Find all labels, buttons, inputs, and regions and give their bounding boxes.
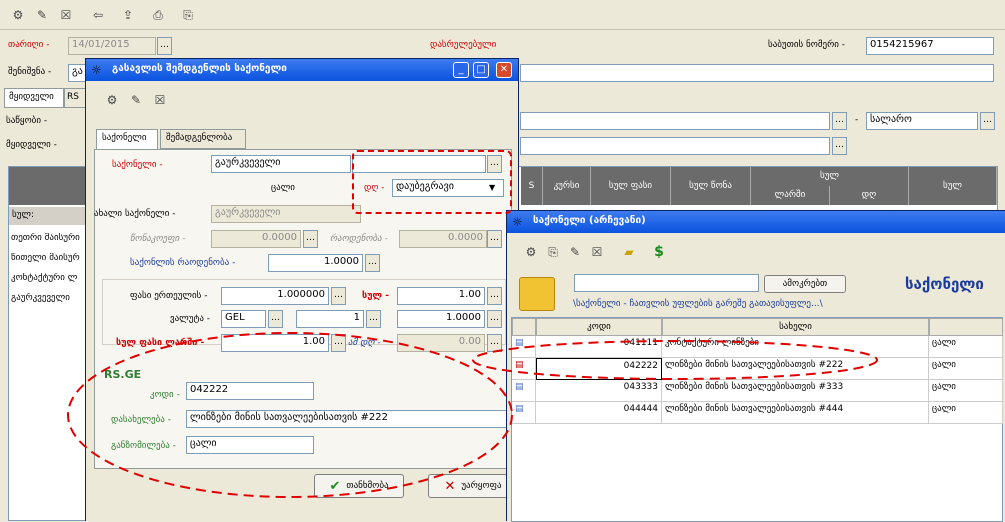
currency-button[interactable]: … [980,112,995,130]
picker-folder-icon[interactable]: ▰ [619,243,639,261]
dialog-tab-goods[interactable]: საქონელი [96,129,158,149]
grid-header-total[interactable]: სულ [909,167,997,205]
price-label: ფასი ერთეულის - [130,291,208,301]
weight-field[interactable]: 0.0000 [211,230,301,248]
picker-search-button[interactable]: ამოკრებთ [764,275,846,293]
picker-copy-icon[interactable]: ⎘ [543,243,563,261]
qty-label: საქონლის რაოდენობა - [130,258,236,268]
sum-field[interactable]: 1.00 [397,287,485,305]
export-icon[interactable]: ⇪ [118,6,138,24]
new-goods-label: ახალი საქონელი - [94,209,176,219]
grid-header-sum[interactable]: სულ [751,167,909,186]
docnum-field[interactable]: 0154215967 [866,37,994,55]
warehouse-button[interactable]: … [832,112,847,130]
picker-app-icon: ☼ [512,215,523,229]
close-icon[interactable]: ☒ [56,6,76,24]
list-item[interactable]: გაურკვეველი [11,293,87,303]
dialog-new-icon[interactable]: ⚙ [102,91,122,109]
price-button[interactable]: … [331,287,346,305]
buyer-field[interactable] [520,137,830,155]
grid-header-gel[interactable]: ლარში [751,186,830,205]
picker-header-name[interactable]: სახელი [662,318,929,336]
main-toolbar: ⚙ ✎ ☒ ⇦ ⇪ ⎙ ⎘ [0,0,1005,30]
close-icon[interactable]: ✕ [496,62,512,78]
dialog-app-icon: ☼ [91,63,102,77]
table-row[interactable]: ▤ 044444 ლინზები მინის სათვალეებისათვის … [512,402,1003,424]
maximize-icon[interactable]: □ [473,62,489,78]
picker-heading: საქონელი [905,275,984,293]
grid-header-vat[interactable]: დღ [830,186,909,205]
row-code: 044444 [536,402,662,424]
unit-text: ცალი [271,183,295,193]
row-unit: ცალი [929,358,1003,380]
qty2-button[interactable]: … [487,230,502,248]
minimize-icon[interactable]: _ [453,62,469,78]
open-icon[interactable]: ✎ [32,6,52,24]
picker-dollar-icon[interactable]: $ [649,243,669,261]
goods-label: საქონელი - [112,160,163,170]
docnum-label: საბუთის ნომერი - [768,40,846,50]
print-icon[interactable]: ⎙ [148,6,168,24]
picker-close-icon[interactable]: ☒ [587,243,607,261]
note-label: შენიშვნა - [8,67,52,77]
highlight-vat-box [352,150,512,214]
weight-label: წონაკოეფი - [130,234,186,244]
qty2-field[interactable]: 0.0000 [399,230,487,248]
print2-icon[interactable]: ⎘ [178,6,198,24]
highlight-row-ellipse [472,340,878,380]
grid-header-left [9,167,89,205]
buyer-button[interactable]: … [832,137,847,155]
sum-row: სულ: [9,207,89,225]
dialog-edit-icon[interactable]: ✎ [126,91,146,109]
grid-header-rate[interactable]: კურსი [543,167,591,205]
picker-search-input[interactable] [574,274,759,292]
list-item[interactable]: წითელი მაისურ [11,253,87,263]
currency-select[interactable]: სალარო [866,112,978,130]
grid-header-total-price[interactable]: სულ ფასი [591,167,671,205]
back-icon[interactable]: ⇦ [88,6,108,24]
picker-header-code[interactable]: კოდი [536,318,662,336]
dialog-tab-composition[interactable]: შემადგენლობა [160,129,246,149]
date-picker-button[interactable]: … [157,37,172,55]
highlight-rsge-ellipse [67,332,513,498]
picker-edit-icon[interactable]: ✎ [565,243,585,261]
dialog-close-icon[interactable]: ☒ [150,91,170,109]
grid-header-total-weight[interactable]: სულ წონა [671,167,751,205]
picker-path: \საქონელი - ჩათვლის უფლების გარეშე გათავ… [573,299,823,309]
row-unit: ცალი [929,336,1003,358]
date-field[interactable]: 14/01/2015 [68,37,156,55]
list-item[interactable]: თეთრი მაისური [11,233,87,243]
picker-header-unit [929,318,1003,336]
grid-header-s[interactable]: S [521,167,543,205]
note-field-right[interactable] [520,64,994,82]
status-text: დასრულებული [430,40,497,50]
new-icon[interactable]: ⚙ [8,6,28,24]
qty-field[interactable]: 1.0000 [268,254,363,272]
weight-button[interactable]: … [303,230,318,248]
qty2-label: რაოდენობა - [330,234,388,244]
sum-button[interactable]: … [487,287,502,305]
new-goods-field[interactable]: გაურკვეველი [211,205,361,223]
picker-title: საქონელი (არჩევანი) [507,211,1005,233]
warehouse-field[interactable] [520,112,830,130]
row-unit: ცალი [929,402,1003,424]
qty-button[interactable]: … [365,254,380,272]
row-unit: ცალი [929,380,1003,402]
picker-new-icon[interactable]: ⚙ [521,243,541,261]
dash-sep: - [855,115,859,125]
buyer-label: მყიდველი - [6,140,57,150]
sum-label: სულ - [362,291,389,301]
folder-icon[interactable] [519,277,555,311]
goods-field[interactable]: გაურკვეველი [211,155,351,173]
price-field[interactable]: 1.000000 [221,287,329,305]
main-tab-buyer[interactable]: მყიდველი [4,88,64,108]
list-item[interactable]: კონტაქტური ლ [11,273,87,283]
row-name: ლინზები მინის სათვალეებისათვის #444 [662,402,929,424]
currency-label: ვალუტა - [170,314,211,324]
date-label: თარიღი - [8,40,50,50]
warehouse-label: საწყობი - [6,116,48,126]
